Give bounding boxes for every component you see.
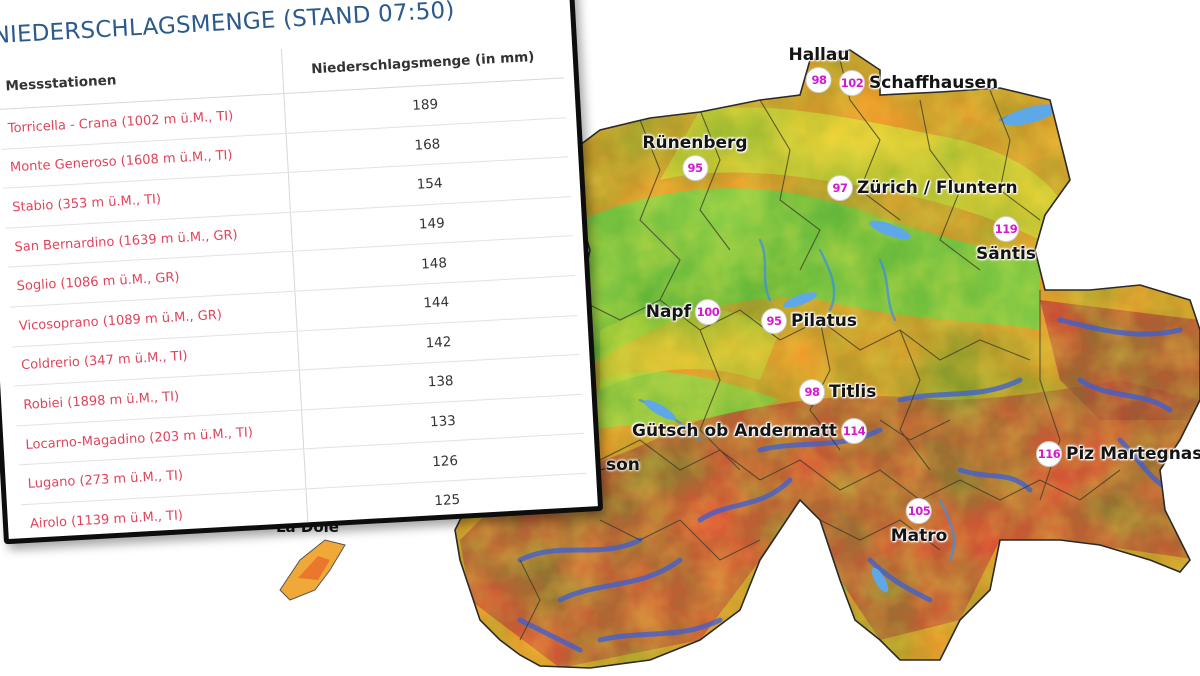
marker-titlis[interactable]: 98 Titlis	[799, 379, 876, 405]
marker-schaffhausen[interactable]: 102 Schaffhausen	[839, 70, 998, 96]
station-table: Messstationen Niederschlagsmenge (in mm)…	[0, 33, 589, 545]
station-label: Matro	[890, 526, 948, 546]
station-label: Gütsch ob Andermatt	[632, 421, 837, 441]
station-label: Piz Martegnas	[1066, 444, 1200, 464]
marker-santis[interactable]: 119 Säntis	[976, 216, 1036, 264]
label-partial-son: son	[606, 455, 640, 475]
rain-value-badge: 116	[1036, 441, 1062, 467]
rain-value-badge: 98	[799, 379, 825, 405]
marker-zurich-fluntern[interactable]: 97 Zürich / Fluntern	[827, 175, 1018, 201]
station-label: Titlis	[829, 382, 877, 402]
marker-matro[interactable]: 105 Matro	[890, 498, 948, 546]
rain-value-badge: 100	[695, 299, 721, 325]
marker-napf[interactable]: 100 Napf	[646, 299, 721, 325]
rain-value-badge: 114	[841, 418, 867, 444]
station-label: Säntis	[976, 244, 1036, 264]
marker-gutsch-ob-andermatt[interactable]: 114 Gütsch ob Andermatt	[632, 418, 867, 444]
station-label: Zürich / Fluntern	[857, 178, 1018, 198]
station-label: Rünenberg	[642, 133, 748, 153]
marker-piz-martegnas[interactable]: 116 Piz Martegnas	[1036, 441, 1200, 467]
station-label: Hallau	[788, 45, 850, 65]
rain-value-badge: 95	[761, 308, 787, 334]
rain-value-badge: 98	[806, 67, 832, 93]
marker-pilatus[interactable]: 95 Pilatus	[761, 308, 857, 334]
marker-runenberg[interactable]: 95 Rünenberg	[642, 133, 748, 181]
station-label: Schaffhausen	[869, 73, 999, 93]
rain-value-badge: 119	[992, 216, 1019, 242]
rain-value-badge: 97	[827, 175, 853, 201]
rain-value-badge: 95	[682, 155, 708, 181]
rain-value-badge: 102	[839, 70, 865, 96]
station-label: Napf	[645, 302, 691, 322]
rain-value-badge: 105	[905, 498, 932, 524]
station-label: Pilatus	[791, 311, 857, 331]
card-title: NIEDERSCHLAGSMENGE (STAND 07:50)	[0, 0, 456, 50]
precipitation-card: NIEDERSCHLAGSMENGE (STAND 07:50) Messsta…	[0, 0, 604, 545]
